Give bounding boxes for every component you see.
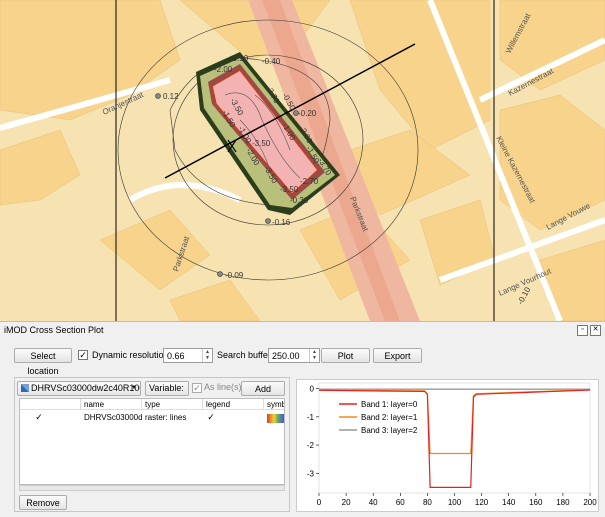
- x-tick-label: 200: [583, 498, 597, 507]
- svg-text:-2.70: -2.70: [300, 177, 319, 186]
- float-icon[interactable]: ▫: [577, 325, 588, 336]
- svg-text:-3.50: -3.50: [280, 185, 299, 194]
- table-header-symbol[interactable]: symbo: [264, 399, 284, 410]
- resolution-value: 0.66: [167, 351, 185, 361]
- add-button[interactable]: Add: [241, 381, 285, 396]
- x-tick-label: 180: [556, 498, 570, 507]
- y-tick-label: -1: [307, 413, 315, 422]
- panel-title: iMOD Cross Section Plot: [4, 325, 104, 335]
- x-tick-label: 140: [502, 498, 516, 507]
- table-header-type[interactable]: type: [142, 399, 203, 410]
- cross-section-chart[interactable]: 0 -1 -2 -3 0 20 40 60 80 100 120 140 160 180 200 Band 1…: [297, 380, 598, 511]
- row-checkbox[interactable]: ✓: [34, 413, 44, 423]
- spin-arrows-icon[interactable]: ▲ ▼: [202, 349, 212, 362]
- legend-label-2: Band 2: layer=1: [361, 413, 418, 422]
- close-icon[interactable]: ✕: [590, 325, 601, 336]
- spin-arrows-icon[interactable]: ▲ ▼: [309, 349, 319, 362]
- panel-window-controls: ▫ ✕: [577, 325, 601, 336]
- series-line-2: [318, 389, 591, 455]
- chevron-down-icon: ▼: [131, 385, 137, 391]
- search-buffer-value: 250.00: [272, 351, 300, 361]
- row-name: DHRVSc03000d...: [84, 413, 142, 422]
- x-tick-label: 100: [448, 498, 462, 507]
- symbology-swatch[interactable]: [267, 414, 284, 423]
- layers-table[interactable]: name type legend symbo ✓ DHRVSc03000d...…: [19, 398, 285, 485]
- raster-icon: [21, 384, 29, 392]
- map-canvas[interactable]: Oranjestraat Parkstraat Parkstraat Wille…: [0, 0, 605, 321]
- select-location-button[interactable]: Select location: [14, 348, 72, 376]
- x-tick-label: 20: [342, 498, 351, 507]
- table-header-name[interactable]: name: [81, 399, 142, 410]
- resolution-spinbox[interactable]: 0.66 ▲ ▼: [163, 348, 213, 363]
- y-tick-label: -2: [307, 441, 315, 450]
- export-button[interactable]: Export: [373, 348, 422, 363]
- as-lines-label: As line(s): [204, 382, 242, 392]
- svg-text:-0.90: -0.90: [230, 54, 249, 63]
- dynamic-resolution-label: Dynamic resolution: [92, 350, 169, 360]
- x-tick-label: 60: [396, 498, 405, 507]
- svg-text:-0.09: -0.09: [225, 271, 244, 280]
- plot-button[interactable]: Plot: [321, 348, 370, 363]
- svg-text:-3.50: -3.50: [252, 139, 271, 148]
- svg-text:-2.00: -2.00: [214, 65, 233, 74]
- x-tick-label: 0: [317, 498, 322, 507]
- row-type: raster: lines: [145, 413, 187, 422]
- y-tick-label: -3: [307, 469, 315, 478]
- svg-text:0.12: 0.12: [163, 92, 179, 101]
- layer-combo[interactable]: DHRVSc03000dw2c40R100 ▼: [17, 381, 141, 396]
- x-tick-label: 40: [369, 498, 378, 507]
- plot-area: [318, 382, 591, 494]
- svg-text:-0.40: -0.40: [262, 57, 281, 66]
- svg-text:-0.20: -0.20: [298, 109, 317, 118]
- dynamic-resolution-checkbox[interactable]: ✓: [78, 350, 88, 360]
- search-buffer-label: Search buffer: [217, 350, 271, 360]
- row-legend-checkbox[interactable]: ✓: [206, 413, 216, 423]
- cross-section-plot[interactable]: 0 -1 -2 -3 0 20 40 60 80 100 120 140 160 180 200 Band 1…: [296, 379, 599, 512]
- svg-text:-0.16: -0.16: [272, 218, 291, 227]
- svg-text:-0.30: -0.30: [290, 196, 309, 205]
- map-svg[interactable]: Oranjestraat Parkstraat Parkstraat Wille…: [0, 0, 605, 321]
- x-tick-label: 160: [529, 498, 543, 507]
- x-tick-label: 80: [423, 498, 432, 507]
- variable-combo[interactable]: Variable:: [145, 381, 189, 396]
- table-header-legend[interactable]: legend: [203, 399, 264, 410]
- layers-box: DHRVSc03000dw2c40R100 ▼ Variable: ✓ As l…: [14, 377, 290, 512]
- search-buffer-spinbox[interactable]: 250.00 ▲ ▼: [268, 348, 320, 363]
- series-line-1: [318, 389, 591, 488]
- legend-label-3: Band 3: layer=2: [361, 426, 418, 435]
- y-tick-label: 0: [310, 385, 315, 394]
- x-tick-label: 120: [475, 498, 489, 507]
- legend-label-1: Band 1: layer=0: [361, 400, 418, 409]
- table-horizontal-scrollbar[interactable]: [19, 485, 285, 491]
- as-lines-checkbox[interactable]: ✓: [192, 383, 202, 393]
- table-header-check: [20, 399, 81, 410]
- remove-button[interactable]: Remove: [19, 495, 67, 510]
- cross-section-panel: iMOD Cross Section Plot ▫ ✕ Select locat…: [0, 321, 605, 517]
